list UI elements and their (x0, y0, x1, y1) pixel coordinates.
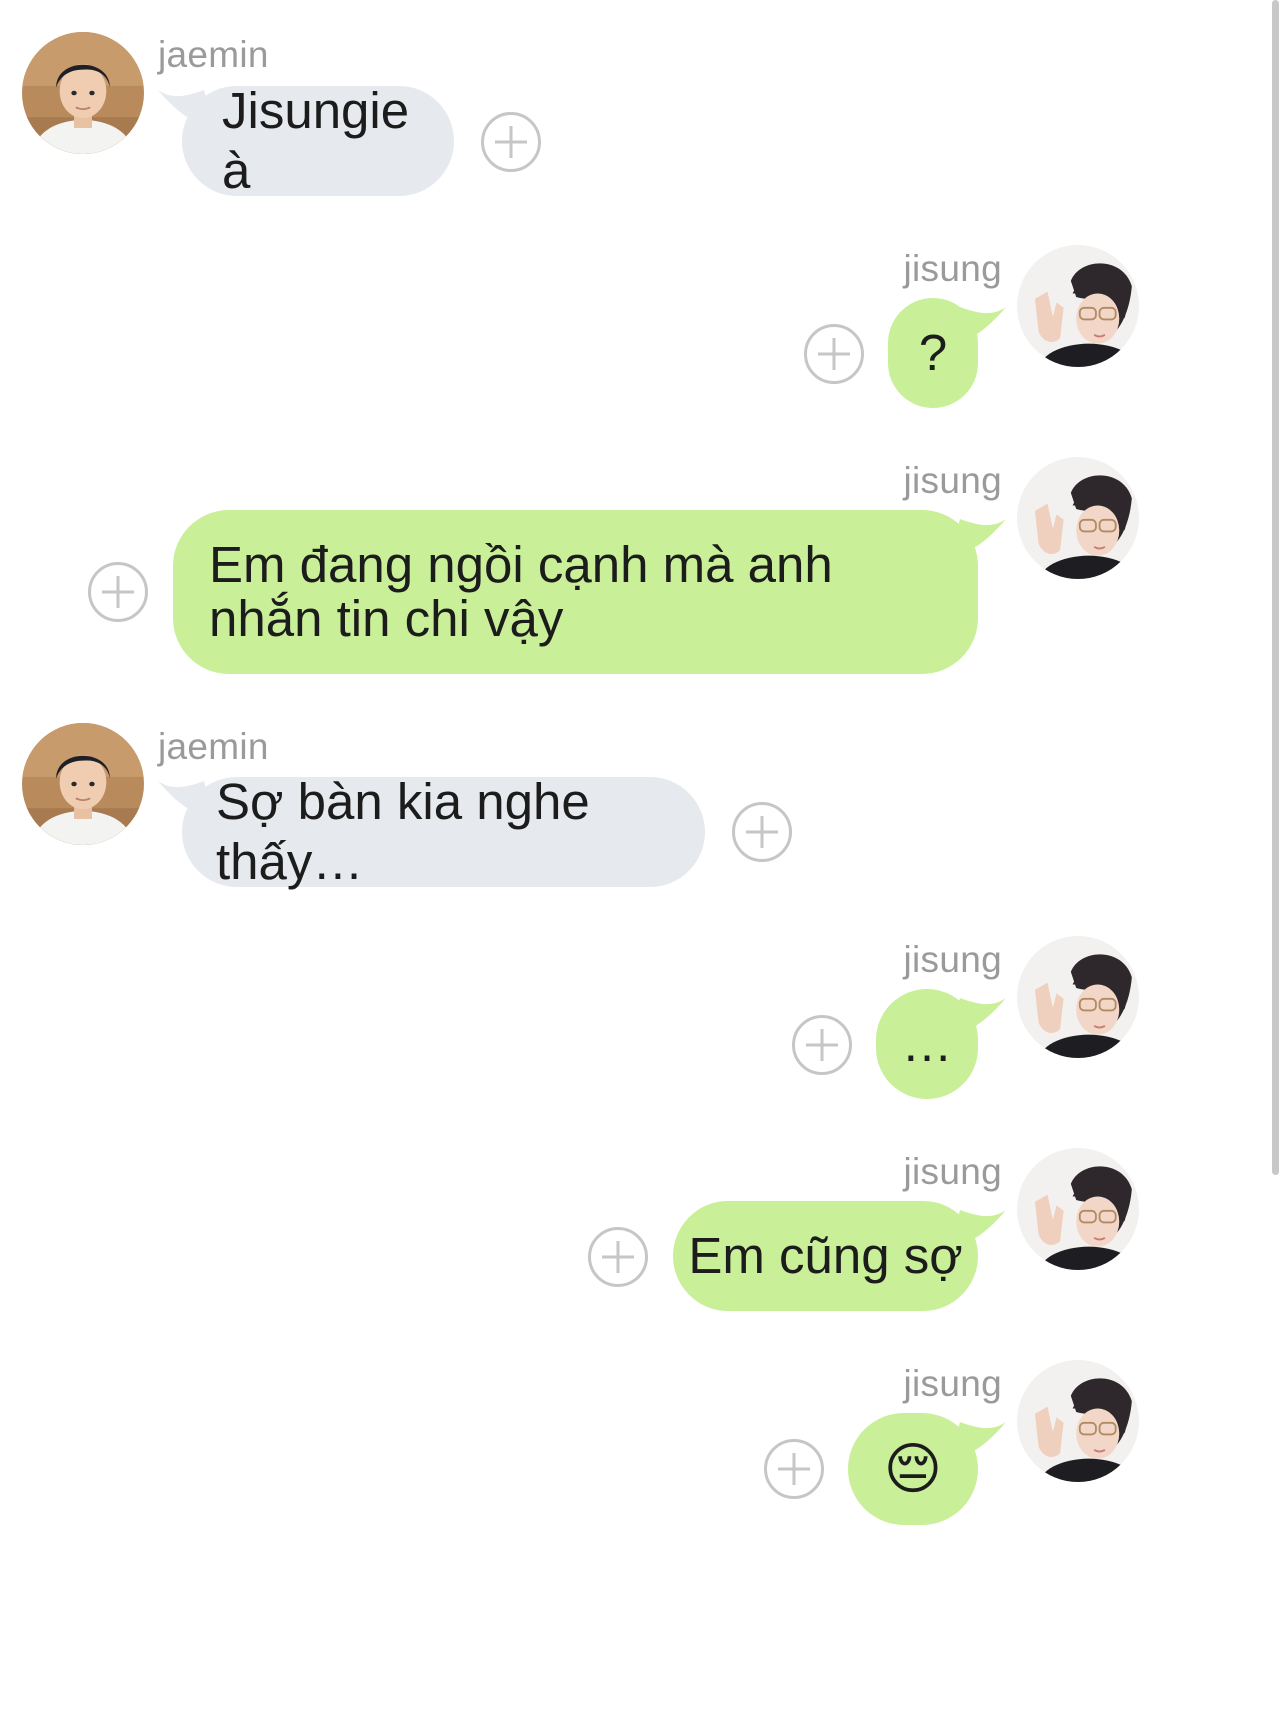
message-bubble[interactable]: Sợ bàn kia nghe thấy… (182, 773, 705, 890)
plus-circle-icon[interactable] (792, 1015, 852, 1075)
avatar-image (1017, 245, 1139, 367)
avatar[interactable] (22, 723, 144, 845)
avatar-image (1017, 936, 1139, 1058)
message-bubble[interactable]: Em cũng sợ (673, 1201, 978, 1311)
message-bubble[interactable]: 😔 (848, 1413, 978, 1525)
avatar[interactable] (1017, 1360, 1139, 1482)
message-bubble[interactable]: ? (888, 298, 978, 408)
avatar[interactable] (1017, 1148, 1139, 1270)
avatar[interactable] (1017, 936, 1139, 1058)
avatar-image (22, 723, 144, 845)
plus-circle-icon[interactable] (804, 324, 864, 384)
sender-name: jisung (903, 1363, 1002, 1404)
plus-circle-icon[interactable] (732, 802, 792, 862)
avatar-image (1017, 1148, 1139, 1270)
avatar-image (22, 32, 144, 154)
message-bubble[interactable]: Em đang ngồi cạnh mà anh nhắn tin chi vậ… (173, 510, 978, 674)
message-bubble[interactable]: … (876, 989, 978, 1099)
avatar[interactable] (22, 32, 144, 154)
sender-name: jisung (903, 939, 1002, 980)
avatar[interactable] (1017, 457, 1139, 579)
avatar-image (1017, 1360, 1139, 1482)
sender-name: jisung (903, 248, 1002, 289)
avatar-image (1017, 457, 1139, 579)
sender-name: jisung (903, 1151, 1002, 1192)
sender-name: jaemin (158, 34, 269, 75)
sender-name: jaemin (158, 726, 269, 767)
plus-circle-icon[interactable] (88, 562, 148, 622)
sender-name: jisung (903, 460, 1002, 501)
plus-circle-icon[interactable] (481, 112, 541, 172)
plus-circle-icon[interactable] (764, 1439, 824, 1499)
chat-thread: jaemin Jisungie à jisung ? jisung Em đan… (0, 0, 1284, 1734)
message-bubble[interactable]: Jisungie à (182, 82, 454, 199)
scrollbar[interactable] (1272, 0, 1279, 1175)
plus-circle-icon[interactable] (588, 1227, 648, 1287)
avatar[interactable] (1017, 245, 1139, 367)
